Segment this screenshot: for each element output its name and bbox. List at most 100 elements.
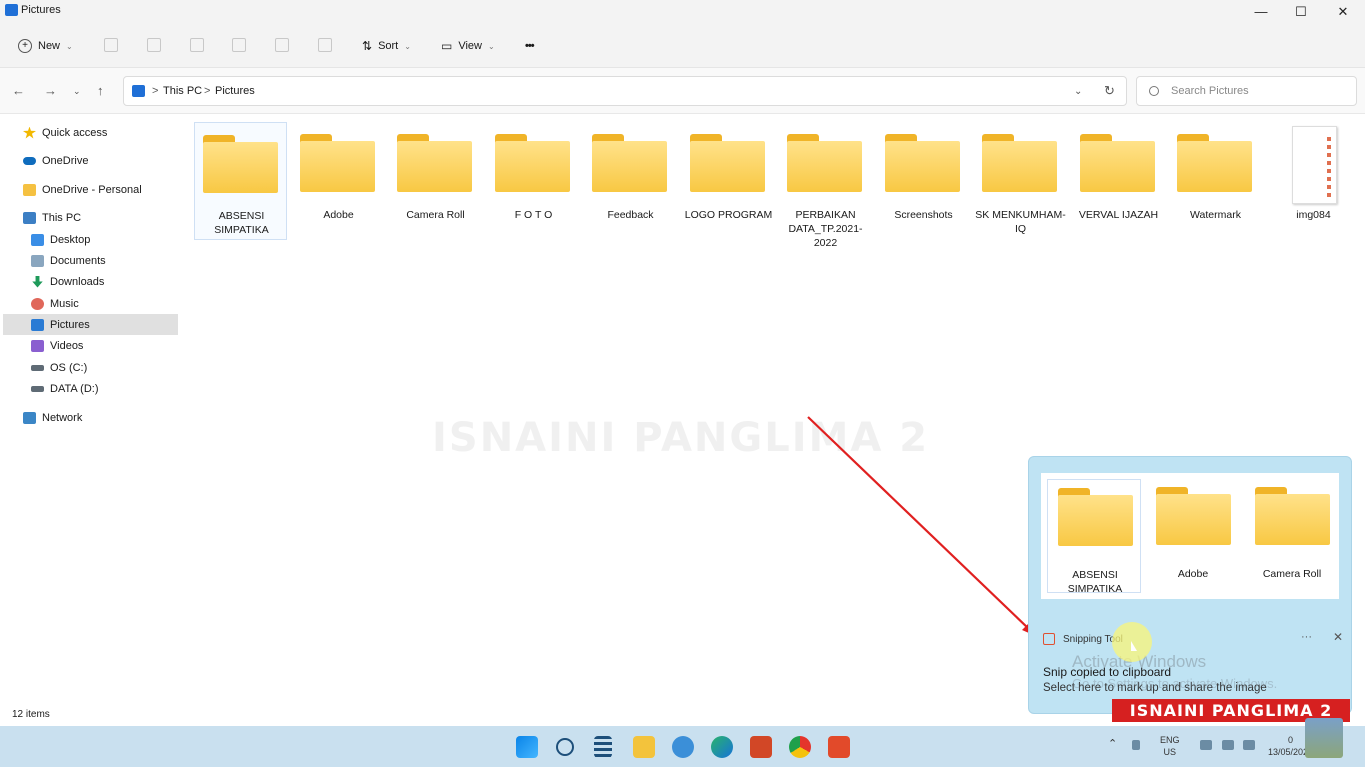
refresh-icon[interactable]: ↻ [1104, 83, 1115, 99]
watermark-text: ISNAINI PANGLIMA 2 [432, 415, 930, 461]
folder-icon [1255, 487, 1330, 545]
folder-icon [982, 134, 1057, 192]
folder-tile[interactable]: PERBAIKAN DATA_TP.2021-2022 [779, 122, 872, 249]
notification-close-button[interactable]: ✕ [1333, 630, 1343, 644]
breadcrumb-this-pc[interactable]: This PC [163, 85, 202, 97]
rename-icon[interactable] [232, 38, 246, 52]
sidebar-item-downloads[interactable]: Downloads [3, 271, 178, 292]
folder-tile[interactable]: F O T O [487, 122, 580, 240]
breadcrumb-separator: > [152, 85, 159, 97]
wifi-icon[interactable] [1200, 740, 1212, 750]
snip-preview[interactable]: ABSENSI SIMPATIKA Adobe Camera Roll [1041, 473, 1339, 599]
drive-icon [31, 385, 44, 392]
sidebar-item-desktop[interactable]: Desktop [3, 229, 178, 250]
address-bar[interactable]: > This PC > Pictures ⌄ ↻ [123, 76, 1127, 106]
task-view-icon[interactable] [594, 736, 612, 758]
copy-icon[interactable] [147, 38, 161, 52]
desktop-icon [31, 233, 44, 246]
preview-folder-name: Adobe [1177, 568, 1209, 580]
app-icon[interactable] [672, 736, 694, 758]
folder-icon [397, 134, 472, 192]
up-icon[interactable]: ↑ [97, 83, 104, 98]
volume-icon[interactable] [1222, 740, 1234, 750]
delete-icon[interactable] [318, 38, 332, 52]
powerpoint-icon[interactable] [750, 736, 772, 758]
navigation-bar: ← → ⌄ ↑ > This PC > Pictures ⌄ ↻ [0, 68, 1365, 114]
sidebar-item-videos[interactable]: Videos [3, 335, 178, 356]
breadcrumb-separator: > [204, 85, 211, 97]
image-tile[interactable]: img084 [1267, 122, 1360, 240]
sidebar-item-label: Videos [50, 339, 84, 352]
search-box[interactable] [1136, 76, 1357, 106]
file-name: LOGO PROGRAM [684, 209, 773, 221]
more-options-button[interactable]: ••• [525, 37, 535, 55]
minimize-button[interactable]: — [1241, 2, 1281, 22]
sidebar-item-os-c[interactable]: OS (C:) [3, 357, 178, 378]
folder-icon [885, 134, 960, 192]
file-name: Feedback [607, 209, 654, 221]
sidebar-item-quick-access[interactable]: Quick access [3, 122, 178, 143]
sidebar-item-label: DATA (D:) [50, 382, 99, 395]
download-icon [32, 275, 43, 288]
folder-tile[interactable]: Camera Roll [389, 122, 482, 240]
folder-tile[interactable]: Adobe [292, 122, 385, 240]
share-icon[interactable] [275, 38, 289, 52]
folder-tile[interactable]: Watermark [1169, 122, 1262, 240]
tray-app-icon[interactable] [1132, 740, 1140, 750]
file-name: Watermark [1190, 209, 1241, 221]
folder-tile[interactable]: Screenshots [877, 122, 970, 240]
view-icon: ▭ [441, 39, 453, 53]
folder-tile[interactable]: VERVAL IJAZAH [1072, 122, 1165, 240]
sidebar-item-label: OneDrive [42, 154, 89, 167]
new-button[interactable]: + New ⌄ [18, 37, 73, 55]
region-label: US [1163, 747, 1177, 757]
language-label: ENG [1160, 735, 1180, 745]
file-name: PERBAIKAN DATA_TP.2021-2022 [788, 209, 863, 249]
sidebar-item-data-d[interactable]: DATA (D:) [3, 378, 178, 399]
back-icon[interactable]: ← [12, 83, 25, 98]
sidebar-item-music[interactable]: Music [3, 293, 178, 314]
sidebar-item-onedrive[interactable]: OneDrive [3, 150, 178, 171]
sidebar-item-network[interactable]: Network [3, 407, 178, 428]
sort-button[interactable]: ⇅ Sort ⌄ [362, 37, 411, 55]
sidebar-item-this-pc[interactable]: This PC [3, 207, 178, 228]
sidebar-item-documents[interactable]: Documents [3, 250, 178, 271]
folder-icon [1058, 488, 1133, 546]
edge-icon[interactable] [711, 736, 733, 758]
command-bar: + New ⌄ ⇅ Sort ⌄ ▭ View ⌄ ••• [0, 24, 1365, 68]
sidebar-item-label: Network [42, 411, 83, 424]
notification-more-button[interactable]: ··· [1301, 631, 1312, 643]
language-indicator[interactable]: ENG US [1160, 734, 1180, 758]
notification-header: Snipping Tool ··· ✕ [1043, 630, 1343, 647]
address-dropdown-icon[interactable]: ⌄ [1074, 86, 1082, 97]
file-name: Screenshots [894, 209, 953, 221]
start-icon[interactable] [516, 736, 538, 758]
sidebar-item-onedrive-personal[interactable]: OneDrive - Personal [3, 179, 178, 200]
recent-chevron-icon[interactable]: ⌄ [73, 86, 81, 97]
breadcrumb-pictures[interactable]: Pictures [215, 85, 255, 97]
sidebar-item-pictures[interactable]: Pictures [3, 314, 178, 335]
paste-icon[interactable] [190, 38, 204, 52]
file-explorer-icon[interactable] [633, 736, 655, 758]
presenter-avatar [1305, 718, 1343, 758]
computer-icon [23, 211, 36, 224]
image-thumbnail-icon [1292, 126, 1337, 204]
recorder-app-icon[interactable] [828, 736, 850, 758]
maximize-button[interactable]: ☐ [1281, 2, 1321, 22]
tray-overflow-icon[interactable]: ⌃ [1108, 738, 1117, 750]
chrome-icon[interactable] [789, 736, 811, 758]
music-icon [31, 297, 44, 310]
videos-icon [31, 339, 44, 352]
view-button[interactable]: ▭ View ⌄ [441, 37, 495, 55]
search-input[interactable] [1171, 83, 1351, 99]
taskbar: ⌃ ENG US 0 13/05/2022 [0, 726, 1365, 767]
search-icon[interactable] [556, 738, 574, 756]
cut-icon[interactable] [104, 38, 118, 52]
folder-tile[interactable]: LOGO PROGRAM [682, 122, 775, 240]
folder-tile[interactable]: Feedback [584, 122, 677, 240]
folder-tile[interactable]: ABSENSI SIMPATIKA [194, 122, 287, 240]
battery-icon[interactable] [1243, 740, 1255, 750]
forward-icon[interactable]: → [44, 83, 57, 98]
folder-tile[interactable]: SK MENKUMHAM-IQ [974, 122, 1067, 240]
close-button[interactable]: ✕ [1323, 2, 1363, 22]
